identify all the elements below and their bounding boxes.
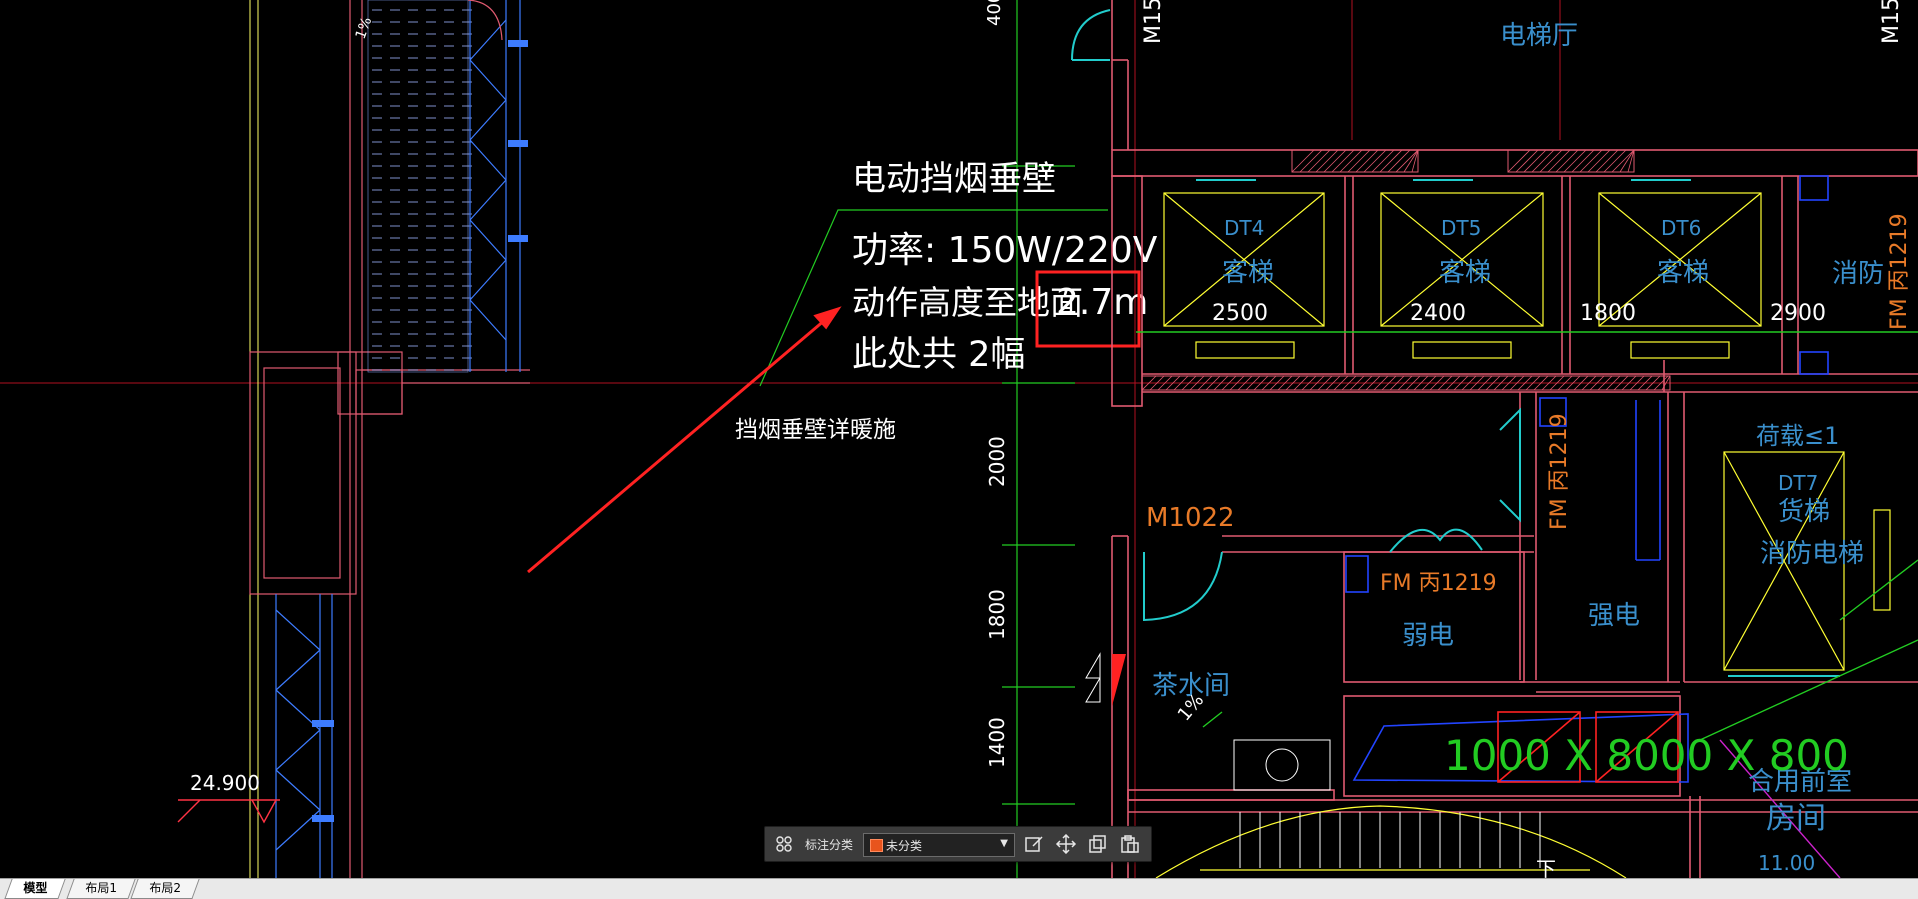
tab-model[interactable]: 模型	[4, 879, 66, 899]
category-color-swatch	[870, 839, 883, 852]
door-fm-lower: FM 丙1219	[1380, 571, 1497, 596]
duct-size: 1000 X 8000 X 800	[1444, 731, 1849, 780]
dim-1400: 1400	[985, 717, 1009, 768]
elevation-label: 24.900	[190, 771, 260, 795]
room-fire-elevator: 消防电梯	[1760, 539, 1864, 569]
chevron-down-icon: ▼	[1000, 838, 1008, 849]
cad-drawing-canvas[interactable]: 4000 电动挡烟垂壁 功率: 150W/220V 动作高度至地面 2.7m 此…	[0, 0, 1918, 878]
elevator-dt4-dim: 2500	[1212, 301, 1268, 326]
room-load: 荷载≤1	[1756, 422, 1839, 450]
dim-4000: 4000	[984, 0, 1005, 26]
level-small: 11.00	[1758, 851, 1815, 875]
elevator-dt6-type: 客梯	[1657, 258, 1709, 288]
room-weak-current: 弱电	[1402, 621, 1454, 651]
category-value: 未分类	[886, 839, 923, 853]
elevator-dt5-dim: 2400	[1410, 301, 1466, 326]
tab-layout1[interactable]: 布局1	[66, 879, 136, 899]
room-fire-fighting: 消防	[1832, 259, 1884, 289]
door-fm-middle: FM 丙1219	[1547, 413, 1572, 530]
room-freight: 货梯	[1778, 497, 1830, 527]
dim-1800: 1800	[985, 589, 1009, 640]
category-select[interactable]: 未分类 ▼	[863, 833, 1015, 857]
dim-2000: 2000	[985, 436, 1009, 487]
elevator-dt5-code: DT5	[1441, 216, 1481, 240]
grid-icon[interactable]	[775, 835, 793, 853]
door-m15: M15	[1141, 0, 1166, 44]
annotation-height: 动作高度至地面	[852, 283, 1083, 322]
elevator-dt4-code: DT4	[1224, 216, 1264, 240]
annotation-height-value: 2.7m	[1056, 282, 1148, 323]
door-m15b: M15	[1879, 0, 1904, 44]
slope-left: 1%	[353, 15, 376, 41]
room-elevator-hall: 电梯厅	[1500, 21, 1578, 51]
door-m1022: M1022	[1146, 503, 1235, 533]
layout-tabs: 模型 布局1 布局2	[0, 878, 1918, 899]
annotation-count: 此处共 2幅	[852, 335, 1025, 375]
tab-layout2[interactable]: 布局2	[130, 879, 200, 899]
annotation-title: 电动挡烟垂壁	[852, 159, 1056, 199]
door-fm-right: FM 丙1219	[1887, 213, 1912, 330]
edit-icon[interactable]	[1023, 834, 1045, 854]
drawing-svg: 4000 电动挡烟垂壁 功率: 150W/220V 动作高度至地面 2.7m 此…	[0, 0, 1918, 878]
dimension-toolbar: 标注分类 未分类 ▼	[764, 826, 1152, 862]
move-icon[interactable]	[1055, 834, 1077, 854]
elevator-dt7-code: DT7	[1778, 471, 1818, 495]
category-label: 标注分类	[805, 838, 854, 852]
room-shared-front-2: 房间	[1766, 801, 1826, 836]
room-strong-current: 强电	[1588, 601, 1640, 631]
stair-down: 下	[1536, 857, 1556, 878]
paste-icon[interactable]	[1119, 834, 1141, 854]
elevator-dt6-code: DT6	[1661, 216, 1701, 240]
copy-icon[interactable]	[1087, 834, 1109, 854]
elevator-dt6-dim: 1800	[1580, 301, 1636, 326]
elevator-dt4-type: 客梯	[1222, 258, 1274, 288]
note-detail: 挡烟垂壁详暖施	[735, 417, 896, 443]
elevator-dt5-type: 客梯	[1439, 258, 1491, 288]
extra-dim: 2900	[1770, 301, 1826, 326]
